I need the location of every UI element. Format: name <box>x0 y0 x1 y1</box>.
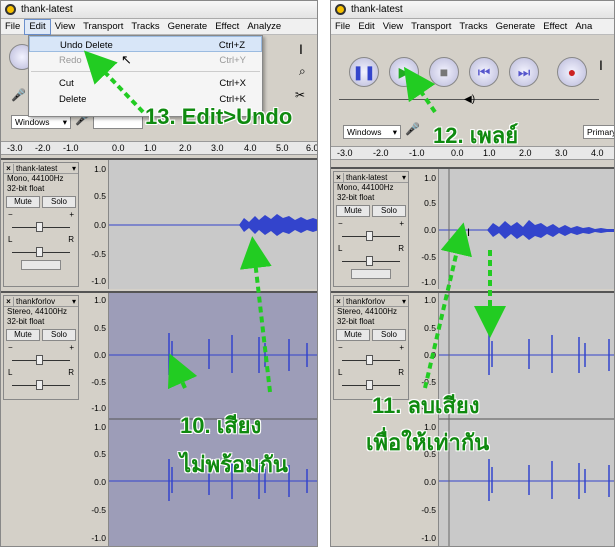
step-13-annotation: 13. Edit>Undo <box>145 104 293 129</box>
arrow-to-play <box>403 66 437 114</box>
step-10-annotation-line2: ไม่พร้อมกัน <box>180 452 288 477</box>
step-11-annotation-line1: 11. ลบเสียง <box>372 393 480 418</box>
arrow-to-cut-point <box>423 222 472 389</box>
arrow-to-stereo-wave <box>167 353 198 390</box>
arrow-to-mono-wave <box>239 236 272 393</box>
annotation-arrows <box>83 50 506 393</box>
step-11-annotation-line2: เพื่อให้เท่ากัน <box>366 430 490 455</box>
arrow-to-undo <box>83 50 145 114</box>
step-10-annotation-line1: 10. เสียง <box>180 413 262 438</box>
step-12-annotation: 12. เพลย์ <box>433 123 519 148</box>
